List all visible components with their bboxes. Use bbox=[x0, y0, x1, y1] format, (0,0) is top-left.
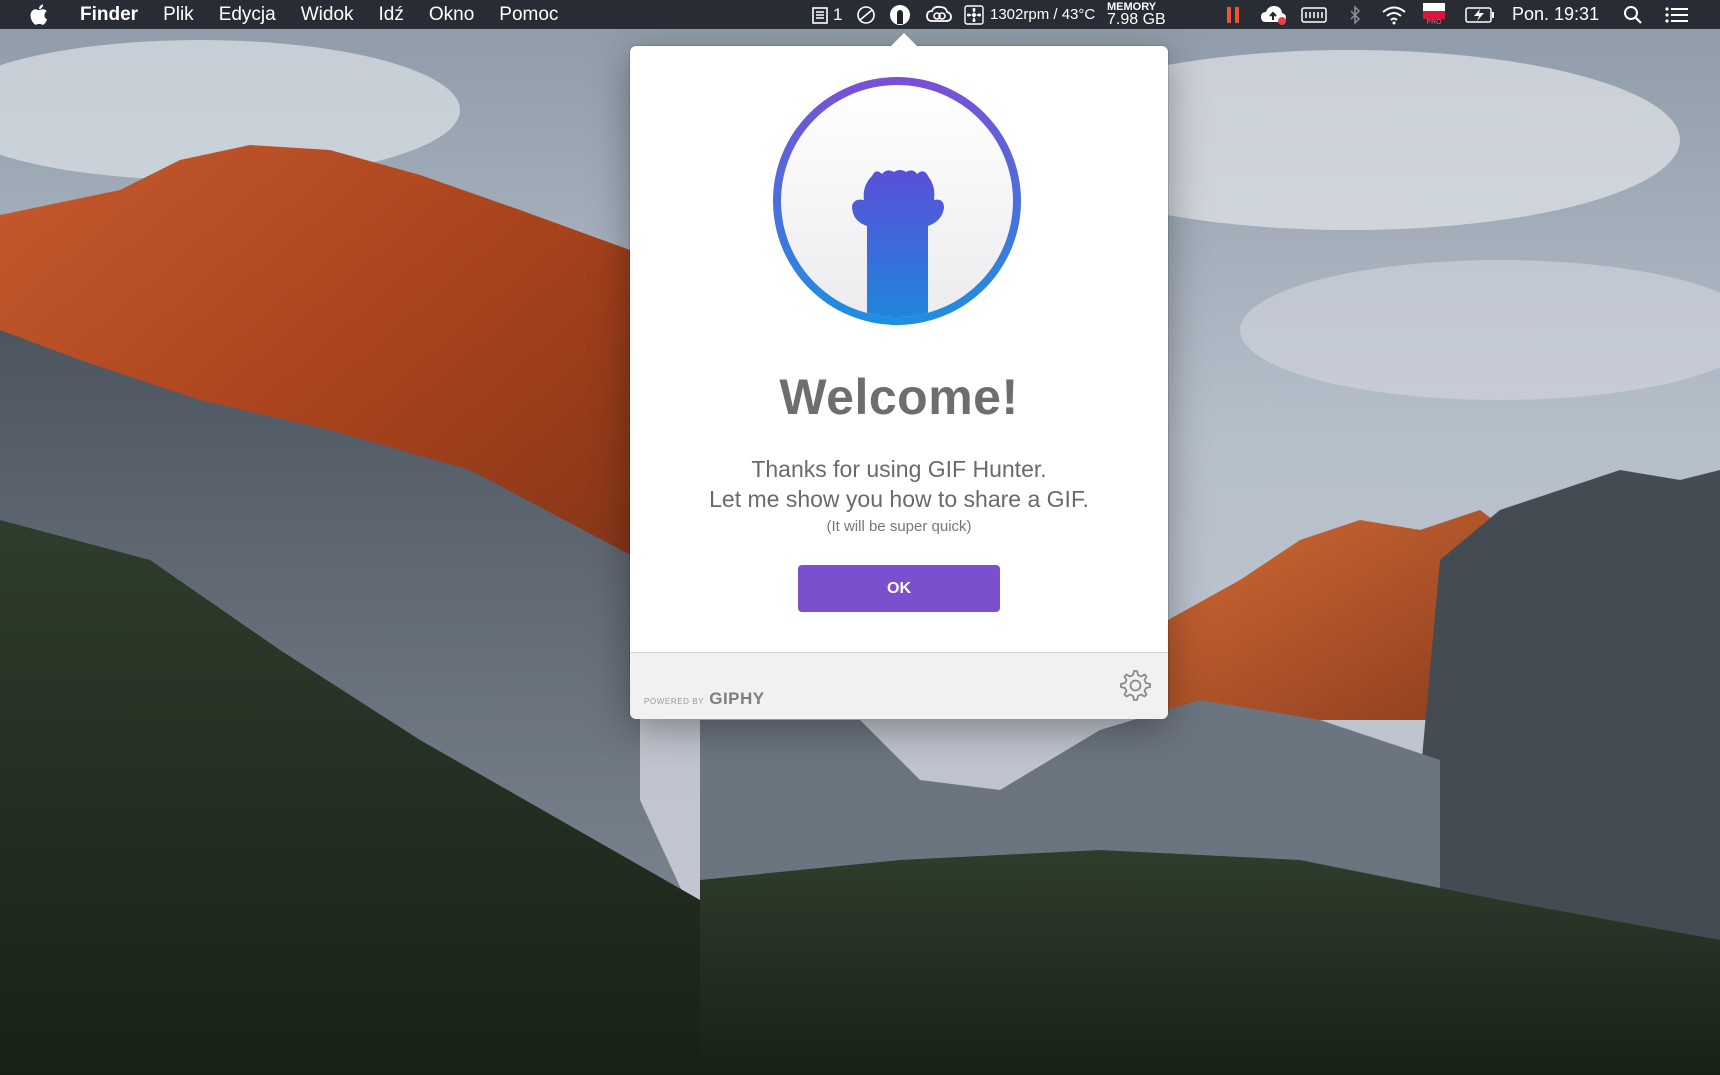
keyboard-icon[interactable] bbox=[1301, 0, 1327, 29]
wifi-icon[interactable] bbox=[1381, 0, 1407, 29]
popover-footer: POWERED BY GIPHY bbox=[630, 652, 1168, 719]
fan-icon bbox=[964, 4, 984, 25]
gif-hunter-popover: Welcome! Thanks for using GIF Hunter. Le… bbox=[630, 46, 1168, 719]
giphy-attribution[interactable]: POWERED BY GIPHY bbox=[644, 689, 765, 709]
memory-value: 7.98 GB bbox=[1107, 11, 1166, 28]
pause-icon[interactable] bbox=[1225, 0, 1241, 29]
ok-button[interactable]: OK bbox=[798, 565, 1000, 612]
welcome-line-1: Thanks for using GIF Hunter. bbox=[751, 456, 1047, 482]
menu-bar: Finder Plik Edycja Widok Idź Okno Pomoc … bbox=[0, 0, 1720, 29]
battery-icon[interactable] bbox=[1465, 0, 1495, 29]
stack-icon bbox=[812, 6, 828, 24]
apple-icon[interactable] bbox=[28, 3, 50, 27]
menu-edycja[interactable]: Edycja bbox=[219, 0, 276, 29]
menu-finder[interactable]: Finder bbox=[80, 0, 138, 29]
powered-by-label: POWERED BY bbox=[644, 697, 705, 706]
menu-plik[interactable]: Plik bbox=[163, 0, 194, 29]
welcome-title: Welcome! bbox=[779, 369, 1019, 425]
flag-badge: PRO bbox=[1426, 19, 1442, 26]
fan-status-item[interactable]: 1302rpm / 43°C bbox=[964, 0, 1095, 29]
welcome-line-2: Let me show you how to share a GIF. bbox=[709, 486, 1089, 512]
flag-poland-icon[interactable]: PRO bbox=[1423, 0, 1445, 29]
do-not-disturb-icon[interactable] bbox=[856, 0, 876, 29]
popover-arrow bbox=[890, 33, 918, 47]
gear-icon[interactable] bbox=[1116, 667, 1152, 703]
stack-count: 1 bbox=[833, 4, 843, 24]
menu-okno[interactable]: Okno bbox=[429, 0, 474, 29]
menu-widok[interactable]: Widok bbox=[301, 0, 354, 29]
notification-center-icon[interactable] bbox=[1665, 0, 1689, 29]
menu-pomoc[interactable]: Pomoc bbox=[499, 0, 558, 29]
memory-status-item[interactable]: MEMORY 7.98 GB bbox=[1107, 0, 1166, 29]
giphy-logo: GIPHY bbox=[709, 689, 765, 708]
search-icon[interactable] bbox=[1623, 0, 1643, 29]
gif-hunter-logo bbox=[772, 76, 1022, 326]
gif-hunter-icon[interactable] bbox=[889, 0, 911, 29]
menu-idz[interactable]: Idź bbox=[379, 0, 404, 29]
welcome-line-3: (It will be super quick) bbox=[826, 518, 972, 535]
stack-status-item[interactable]: 1 bbox=[811, 0, 842, 29]
creative-cloud-icon[interactable] bbox=[926, 0, 952, 29]
clock[interactable]: Pon. 19:31 bbox=[1512, 0, 1599, 29]
fan-temp-text: 1302rpm / 43°C bbox=[990, 6, 1096, 23]
cloud-upload-icon[interactable] bbox=[1260, 0, 1288, 29]
bluetooth-icon[interactable] bbox=[1349, 0, 1361, 29]
